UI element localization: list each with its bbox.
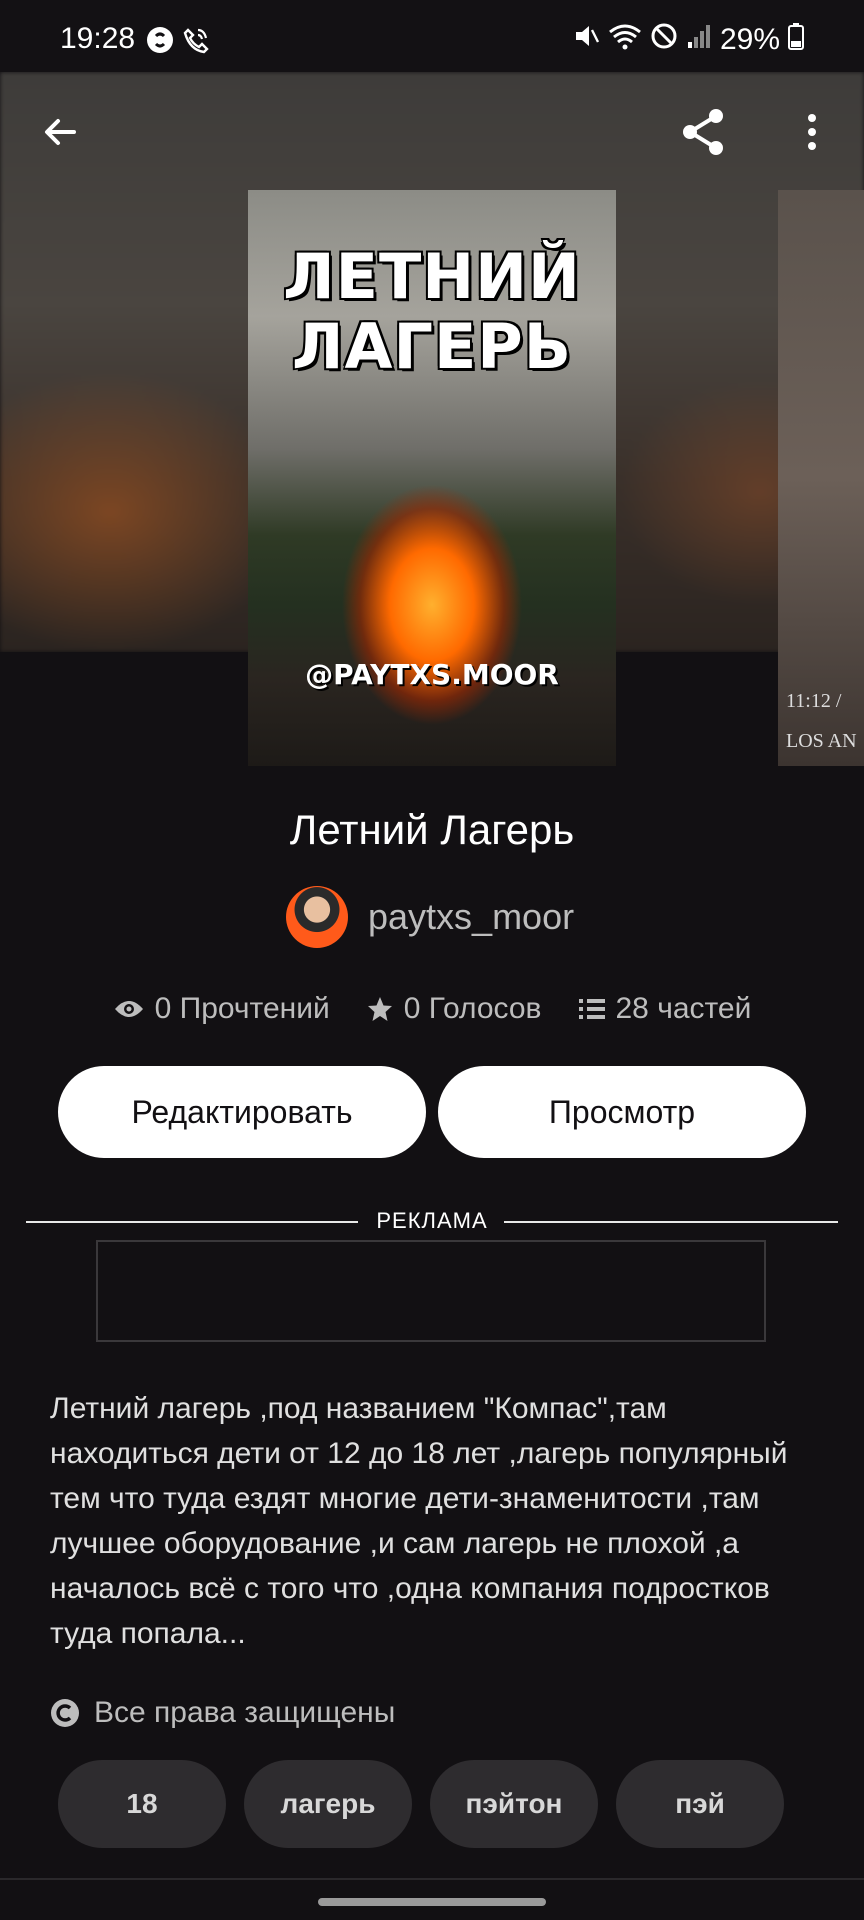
share-button[interactable] — [672, 100, 736, 164]
tag-chip[interactable]: пэй — [616, 1760, 784, 1848]
more-options-button[interactable] — [780, 100, 844, 164]
cover-title-line2: ЛАГЕРЬ — [291, 310, 573, 383]
home-gesture-bar[interactable] — [318, 1898, 546, 1906]
avatar — [286, 886, 348, 948]
copyright-text: Все права защищены — [94, 1696, 396, 1729]
parts-count: 28 частей — [615, 992, 752, 1025]
do-not-disturb-icon — [650, 22, 678, 58]
eye-icon — [114, 1001, 143, 1017]
ad-divider: РЕКЛАМА — [26, 1206, 838, 1236]
wifi-icon — [608, 22, 642, 58]
share-icon — [683, 109, 723, 155]
tag-list: 18 лагерь пэйтон пэй — [58, 1760, 784, 1848]
ad-placeholder[interactable] — [96, 1240, 766, 1342]
status-bar: 19:28 29% — [0, 0, 864, 72]
story-description: Летний лагерь ,под названием "Компас",та… — [50, 1392, 788, 1650]
wifi-call-icon — [182, 26, 210, 59]
story-stats: 0 Прочтений 0 Голосов 28 частей — [0, 992, 864, 1026]
back-button[interactable] — [28, 100, 92, 164]
signal-icon — [686, 22, 712, 58]
copyright-row: Все права защищены — [50, 1696, 395, 1730]
story-title: Летний Лагерь — [289, 806, 575, 853]
more-vertical-icon — [808, 114, 816, 150]
battery-text: 29% — [719, 23, 780, 56]
star-icon — [367, 997, 392, 1021]
cover-title: ЛЕТНИЙ ЛАГЕРЬ — [248, 242, 616, 382]
author-name: paytxs_moor — [368, 896, 575, 937]
battery-icon — [788, 22, 804, 58]
next-cover-text2: LOS AN — [786, 730, 857, 752]
list-icon — [578, 999, 605, 1019]
votes-count: 0 Голосов — [403, 992, 542, 1025]
mute-icon — [572, 22, 600, 58]
shazam-icon — [146, 26, 174, 59]
tag-chip[interactable]: пэйтон — [430, 1760, 598, 1848]
ad-label: РЕКЛАМА — [376, 1208, 488, 1233]
next-story-cover[interactable]: 11:12 / LOS AN — [778, 190, 864, 766]
story-cover[interactable]: ЛЕТНИЙ ЛАГЕРЬ @PAYTXS.MOOR — [248, 190, 616, 766]
status-time: 19:28 — [60, 22, 136, 55]
stat-votes: 0 Голосов — [366, 992, 542, 1026]
stat-reads: 0 Прочтений — [113, 992, 330, 1026]
reads-count: 0 Прочтений — [154, 992, 330, 1025]
next-cover-text1: 11:12 / — [786, 690, 842, 712]
cover-handle: @PAYTXS.MOOR — [305, 658, 559, 691]
edit-button[interactable]: Редактировать — [58, 1066, 426, 1158]
divider — [0, 1878, 864, 1880]
stat-parts: 28 частей — [578, 992, 752, 1026]
arrow-left-icon — [45, 119, 76, 145]
tag-chip[interactable]: лагерь — [244, 1760, 412, 1848]
author-link[interactable]: paytxs_moor — [286, 886, 574, 948]
cover-title-line1: ЛЕТНИЙ — [283, 240, 581, 313]
tag-chip[interactable]: 18 — [58, 1760, 226, 1848]
copyright-icon — [51, 1699, 79, 1727]
preview-button[interactable]: Просмотр — [438, 1066, 806, 1158]
